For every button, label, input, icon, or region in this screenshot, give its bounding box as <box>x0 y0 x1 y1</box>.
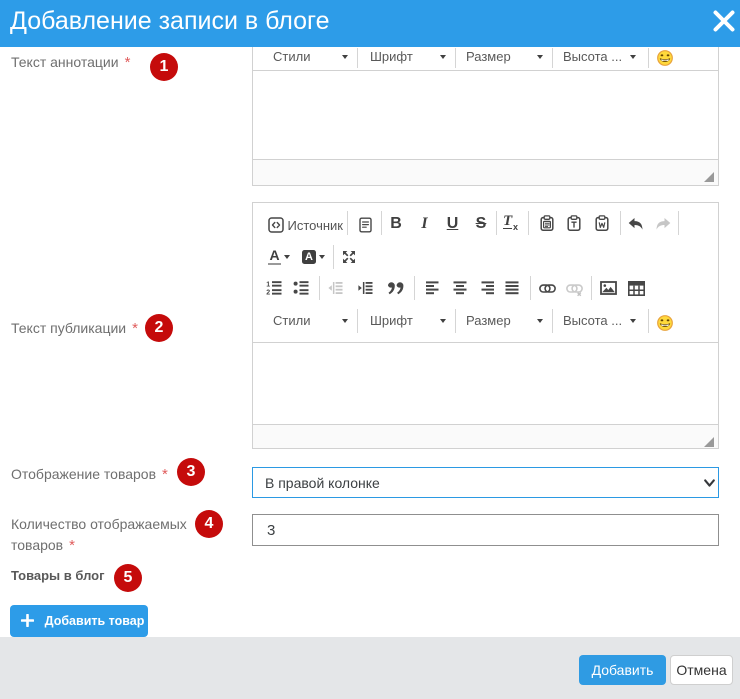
svg-text:2: 2 <box>266 290 270 296</box>
svg-text:1: 1 <box>266 282 270 289</box>
